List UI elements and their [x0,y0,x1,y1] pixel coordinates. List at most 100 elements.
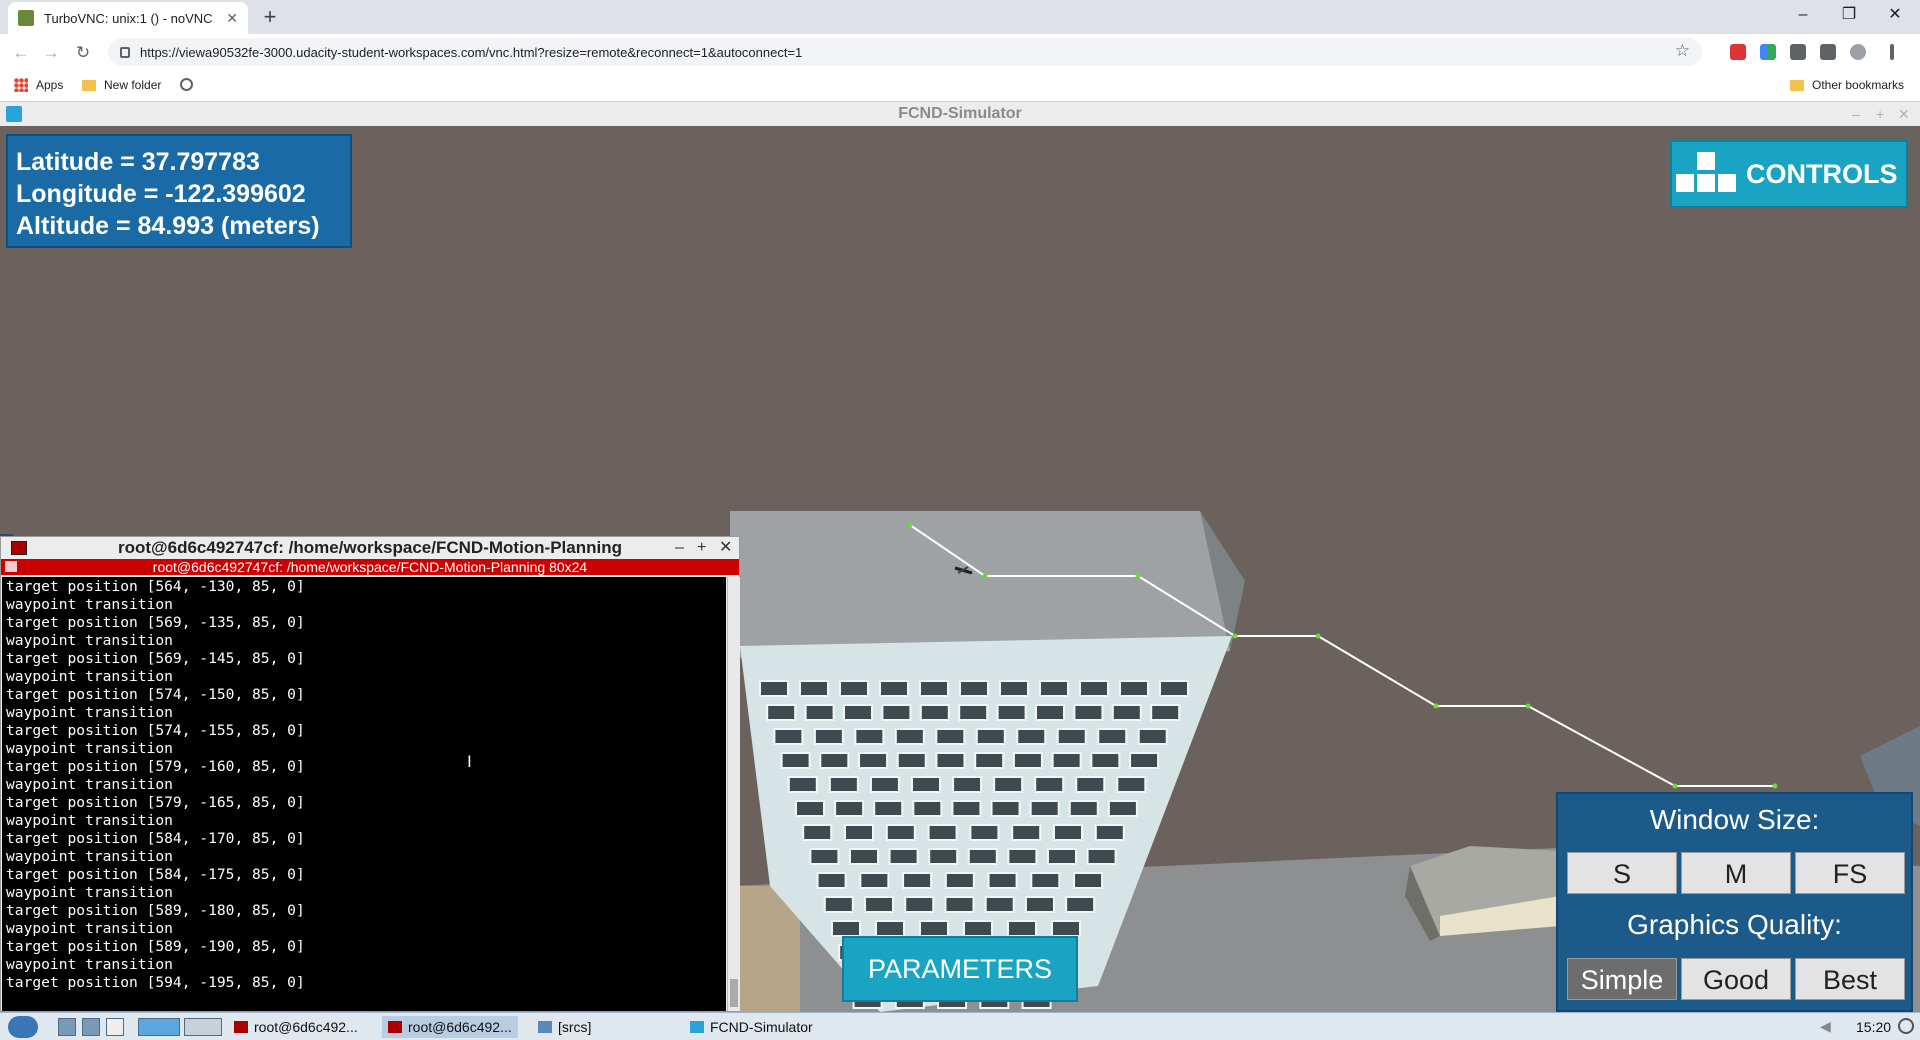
terminal-maximize-icon[interactable]: + [697,537,706,559]
workspace-switcher-icon[interactable] [138,1018,180,1036]
back-button[interactable]: ← [8,40,34,66]
window-size-m-button[interactable]: M [1681,852,1791,894]
taskbar-srcs[interactable]: [srcs] [532,1016,597,1038]
graphics-good-button[interactable]: Good [1681,958,1791,1000]
building-window [799,680,829,697]
terminal-line: target position [589, -180, 85, 0] [6,902,305,919]
sim-maximize-icon[interactable]: + [1876,102,1884,126]
terminal-line: target position [589, -190, 85, 0] [6,938,305,955]
window-size-s-button[interactable]: S [1567,852,1677,894]
bookmark-globe[interactable] [180,78,193,91]
building-window [809,848,840,865]
terminal-subtitle: root@6d6c492747cf: /home/workspace/FCND-… [152,559,588,575]
terminal-scrollbar[interactable] [727,577,740,1011]
show-desktop-icon[interactable] [58,1018,76,1036]
building-window [819,752,850,769]
sim-minimize-icon[interactable]: – [1852,102,1860,126]
terminal-line: waypoint transition [6,632,173,649]
browser-tab-strip: TurboVNC: unix:1 () - noVNC ✕ + – ❐ ✕ [0,0,1920,34]
waypoint-dot [1525,703,1531,709]
terminal-close-icon[interactable]: ✕ [719,537,732,559]
building-window [813,728,844,745]
graphics-best-button[interactable]: Best [1795,958,1905,1000]
waypoint-dot [1672,783,1678,789]
building-window [1094,824,1125,841]
taskbar-label: root@6d6c492... [254,1019,358,1035]
building-window [766,704,797,721]
address-bar[interactable]: https://viewa90532fe-3000.udacity-studen… [108,38,1702,66]
building-window [951,800,982,817]
simulator-window-title: FCND-Simulator [898,105,1022,122]
novnc-icon[interactable] [6,106,22,122]
maximize-window-button[interactable]: ❐ [1826,0,1872,30]
building-window [1007,848,1038,865]
power-icon[interactable] [1898,1018,1914,1034]
taskbar-terminal-2[interactable]: root@6d6c492... [382,1016,518,1038]
building-window [935,728,966,745]
globe-icon [180,78,193,91]
building-window [969,824,1000,841]
building-window [990,800,1021,817]
bookmark-apps[interactable]: Apps [14,78,63,92]
building-window [864,896,895,913]
taskbar-terminal-1[interactable]: root@6d6c492... [228,1016,364,1038]
reload-button[interactable]: ↻ [70,40,96,66]
window-size-label: Window Size: [1649,804,1820,835]
parameters-button[interactable]: PARAMETERS [842,936,1078,1002]
building-window [1035,704,1065,721]
graphics-simple-button[interactable]: Simple [1567,958,1677,1000]
browser-launcher-icon[interactable] [82,1018,100,1036]
file-manager-icon[interactable] [106,1018,124,1036]
sim-close-icon[interactable]: ✕ [1898,102,1910,126]
window-size-fs-button[interactable]: FS [1795,852,1905,894]
bookmark-other[interactable]: Other bookmarks [1790,78,1904,92]
terminal-line: waypoint transition [6,956,173,973]
building-window [843,704,873,721]
building-window [1068,800,1099,817]
media-control-icon[interactable] [1820,44,1836,60]
building-window [839,680,869,697]
building-window [1016,728,1047,745]
terminal-window[interactable]: root@6d6c492747cf: /home/workspace/FCND-… [0,536,740,1012]
building-window [1097,728,1128,745]
building-window [1111,704,1142,721]
building-window [858,752,889,769]
extension-icon[interactable] [1760,44,1776,60]
controls-button[interactable]: CONTROLS [1670,140,1908,208]
browser-tab[interactable]: TurboVNC: unix:1 () - noVNC ✕ [8,2,248,34]
terminal-minimize-icon[interactable]: – [675,537,684,559]
waypoint-dot [982,573,988,579]
terminal-line: waypoint transition [6,884,173,901]
building-window [919,680,949,697]
building-window [919,704,950,721]
profile-avatar-icon[interactable] [1850,44,1866,60]
extension-pocket-icon[interactable] [1730,44,1746,60]
terminal-titlebar[interactable]: root@6d6c492747cf: /home/workspace/FCND-… [1,537,739,559]
workspace-2-icon[interactable] [184,1018,222,1036]
close-tab-icon[interactable]: ✕ [226,10,238,27]
building-window [879,680,909,697]
bookmark-new-folder[interactable]: New folder [82,78,161,92]
building-window [1075,776,1106,793]
text-cursor-icon: I [467,752,472,771]
terminal-line: target position [574, -150, 85, 0] [6,686,305,703]
waypoint-dot [907,522,913,528]
start-menu-icon[interactable] [8,1016,38,1038]
tab-title: TurboVNC: unix:1 () - noVNC [44,10,213,26]
bookmark-label: Other bookmarks [1812,78,1905,92]
scrollbar-thumb[interactable] [730,979,738,1007]
new-tab-button[interactable]: + [258,6,282,30]
forward-button[interactable]: → [38,40,64,66]
building-window [987,872,1018,889]
menu-dots-icon[interactable] [1890,44,1894,60]
bookmark-star-icon[interactable]: ☆ [1675,41,1690,61]
extensions-puzzle-icon[interactable] [1790,44,1806,60]
minimize-window-button[interactable]: – [1780,0,1826,30]
terminal-line: waypoint transition [6,704,173,721]
volume-icon[interactable]: ◀ [1820,1018,1831,1035]
taskbar-simulator[interactable]: FCND-Simulator [684,1016,819,1038]
close-window-button[interactable]: ✕ [1872,0,1918,30]
terminal-output[interactable]: target position [564, -130, 85, 0] waypoi… [2,577,726,1011]
terminal-line: target position [574, -155, 85, 0] [6,722,305,739]
building-window [787,776,818,793]
